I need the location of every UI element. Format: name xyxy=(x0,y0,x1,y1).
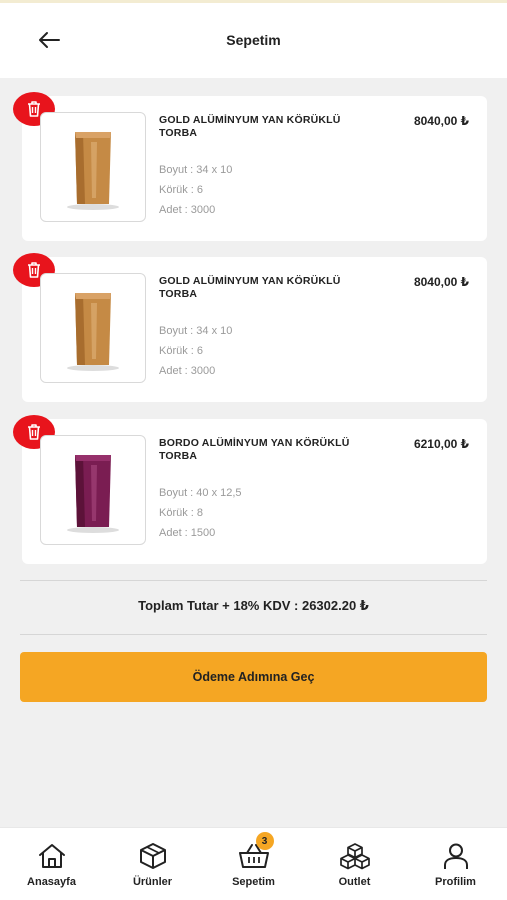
product-quantity: Adet : 1500 xyxy=(159,527,216,539)
bottom-nav: Anasayfa Ürünler 3 Sepetim Outlet Profil… xyxy=(0,827,507,900)
cart-count-badge: 3 xyxy=(255,832,274,850)
nav-item-profile[interactable]: Profilim xyxy=(405,828,506,900)
cart-total: Toplam Tutar + 18% KDV : 26302.20 ₺ xyxy=(138,598,369,613)
bag-image xyxy=(67,293,119,371)
product-price: 8040,00 ₺ xyxy=(413,114,469,128)
cart-item: GOLD ALÜMİNYUM YAN KÖRÜKLÜ TORBA 8040,00… xyxy=(13,92,487,241)
boxes-icon xyxy=(339,843,370,870)
nav-label: Profilim xyxy=(435,876,476,888)
product-gusset: Körük : 6 xyxy=(159,345,204,357)
product-name[interactable]: GOLD ALÜMİNYUM YAN KÖRÜKLÜ TORBA xyxy=(159,114,379,140)
nav-item-outlet[interactable]: Outlet xyxy=(304,828,405,900)
product-gusset: Körük : 8 xyxy=(159,507,204,519)
product-quantity: Adet : 3000 xyxy=(159,365,216,377)
nav-item-products[interactable]: Ürünler xyxy=(102,828,203,900)
box-icon xyxy=(139,843,166,869)
product-size: Boyut : 40 x 12,5 xyxy=(159,487,242,499)
product-price: 6210,00 ₺ xyxy=(413,437,469,451)
divider xyxy=(20,580,487,581)
cart-item: BORDO ALÜMİNYUM YAN KÖRÜKLÜ TORBA 6210,0… xyxy=(13,415,487,564)
product-image[interactable] xyxy=(40,273,146,383)
nav-label: Sepetim xyxy=(232,876,275,888)
divider xyxy=(20,634,487,635)
user-icon xyxy=(443,843,468,869)
bag-image xyxy=(67,455,119,533)
page-title: Sepetim xyxy=(226,32,281,48)
nav-label: Outlet xyxy=(338,876,371,888)
cart-item: GOLD ALÜMİNYUM YAN KÖRÜKLÜ TORBA 8040,00… xyxy=(13,253,487,402)
product-image[interactable] xyxy=(40,112,146,222)
header: Sepetim xyxy=(0,3,507,78)
bag-image xyxy=(67,132,119,210)
product-name[interactable]: BORDO ALÜMİNYUM YAN KÖRÜKLÜ TORBA xyxy=(159,437,379,463)
nav-item-home[interactable]: Anasayfa xyxy=(1,828,102,900)
product-quantity: Adet : 3000 xyxy=(159,204,216,216)
product-gusset: Körük : 6 xyxy=(159,184,204,196)
home-icon xyxy=(38,844,65,868)
nav-item-cart[interactable]: 3 Sepetim xyxy=(203,828,304,900)
nav-label: Ürünler xyxy=(132,876,173,888)
product-name[interactable]: GOLD ALÜMİNYUM YAN KÖRÜKLÜ TORBA xyxy=(159,275,379,301)
nav-label: Anasayfa xyxy=(27,876,76,888)
product-image[interactable] xyxy=(40,435,146,545)
product-size: Boyut : 34 x 10 xyxy=(159,164,233,176)
product-size: Boyut : 34 x 10 xyxy=(159,325,233,337)
checkout-button[interactable]: Ödeme Adımına Geç xyxy=(20,652,487,702)
product-price: 8040,00 ₺ xyxy=(413,275,469,289)
